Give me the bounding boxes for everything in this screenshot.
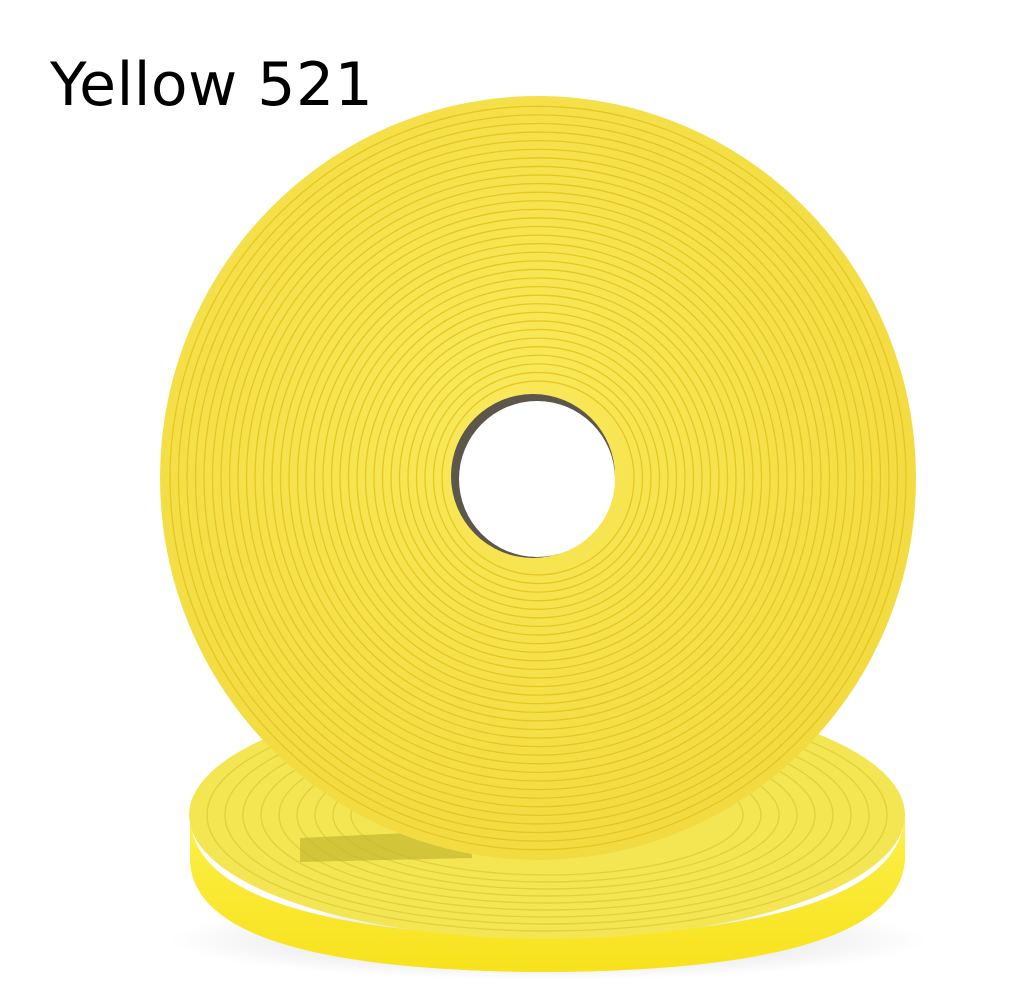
webbing-rolls-image [160, 96, 928, 980]
center-hole [459, 401, 615, 557]
standing-roll [160, 96, 916, 860]
